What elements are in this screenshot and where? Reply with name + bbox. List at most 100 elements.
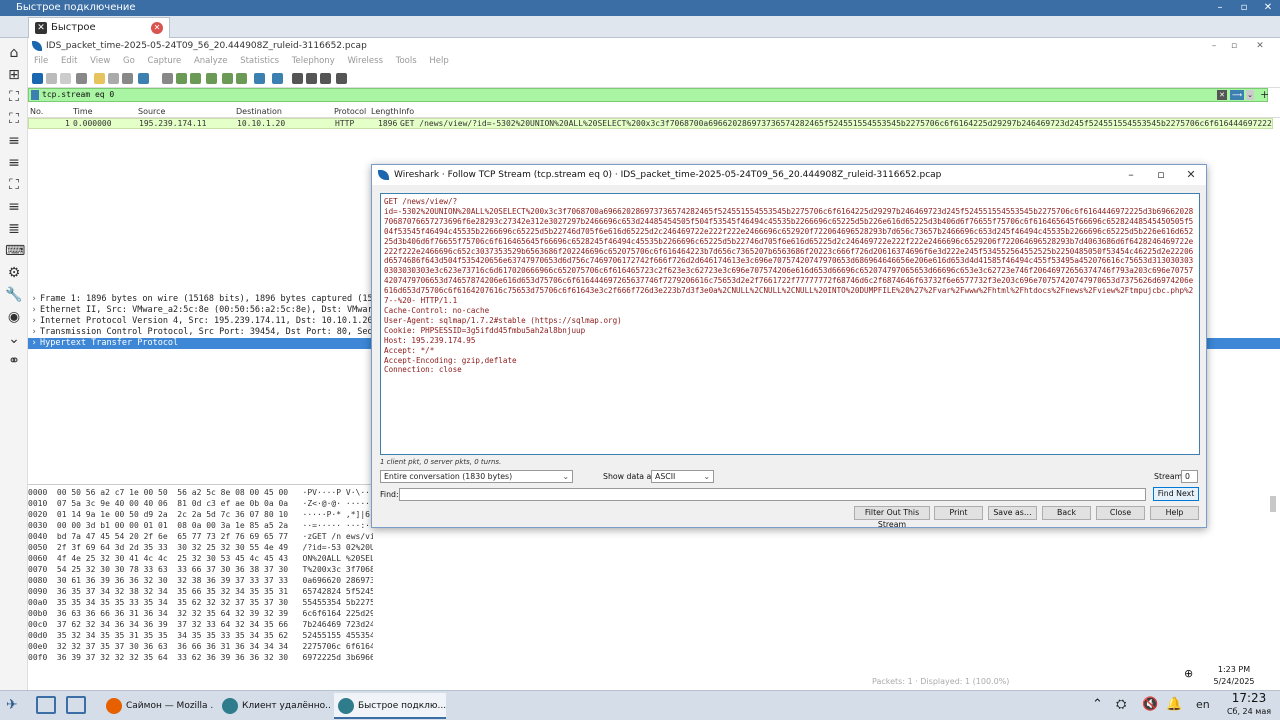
- hex-row[interactable]: 00a0 35 35 34 35 35 33 35 34 35 62 32 32…: [28, 597, 373, 608]
- ws-close-button[interactable]: ✕: [1250, 38, 1270, 54]
- dialog-close-button[interactable]: ✕: [1176, 165, 1206, 185]
- go-forward-icon[interactable]: [190, 73, 201, 84]
- rdp-tab-close-icon[interactable]: ✕: [151, 22, 163, 34]
- menu-analyze[interactable]: Analyze: [194, 56, 228, 66]
- menu-wireless[interactable]: Wireless: [347, 56, 383, 66]
- bytes-scrollbar[interactable]: [1270, 496, 1276, 512]
- col-info[interactable]: Info: [399, 107, 414, 116]
- resize-columns-icon[interactable]: [336, 73, 347, 84]
- hex-row[interactable]: 0000 00 50 56 a2 c7 1e 00 50 56 a2 5c 8e…: [28, 487, 373, 498]
- col-no[interactable]: No.: [30, 107, 43, 116]
- hex-row[interactable]: 0020 01 14 9a 1e 00 50 d9 2a 2c 2a 5d 7c…: [28, 509, 373, 520]
- col-time[interactable]: Time: [73, 107, 93, 116]
- display-filter-bar[interactable]: ✕ ⟶ ⌄: [28, 88, 1268, 102]
- hex-row[interactable]: 0080 30 61 36 39 36 36 32 30 32 38 36 39…: [28, 575, 373, 586]
- stream-spinbox[interactable]: 0: [1181, 470, 1198, 483]
- tray-notifications-icon[interactable]: 🔔: [1166, 697, 1182, 712]
- hex-row[interactable]: 0090 36 35 37 34 32 38 32 34 35 66 35 32…: [28, 586, 373, 597]
- hex-row[interactable]: 0100 32 38 37 30 36 38 37 30 37 36 37 35…: [28, 663, 373, 664]
- capture-options-icon[interactable]: [76, 73, 87, 84]
- send-keys-icon[interactable]: ≣: [5, 220, 23, 238]
- keyboard-layout-indicator[interactable]: en: [1196, 698, 1210, 711]
- last-packet-icon[interactable]: [236, 73, 247, 84]
- open-file-icon[interactable]: [94, 73, 105, 84]
- dialog-minimize-button[interactable]: –: [1116, 165, 1146, 185]
- hex-row[interactable]: 00e0 32 32 37 35 37 30 36 63 36 66 36 31…: [28, 641, 373, 652]
- close-button[interactable]: Close: [1096, 506, 1145, 520]
- hex-row[interactable]: 00b0 36 63 36 66 36 31 36 34 32 32 35 64…: [28, 608, 373, 619]
- filter-out-button[interactable]: Filter Out This Stream: [854, 506, 930, 529]
- hex-row[interactable]: 0010 07 5a 3c 9e 40 00 40 06 81 0d c3 ef…: [28, 498, 373, 509]
- clear-filter-icon[interactable]: ✕: [1217, 90, 1227, 100]
- show-data-select[interactable]: ASCII ⌄: [651, 470, 714, 483]
- home-icon[interactable]: ⌂: [5, 44, 23, 62]
- scale-icon[interactable]: ≡: [5, 198, 23, 216]
- menu-edit[interactable]: Edit: [61, 56, 77, 66]
- desktop-pager-icon[interactable]: [36, 696, 56, 714]
- find-packet-icon[interactable]: [162, 73, 173, 84]
- menu-file[interactable]: File: [34, 56, 48, 66]
- screenshot-icon[interactable]: ◉: [5, 308, 23, 326]
- col-protocol[interactable]: Protocol: [334, 107, 366, 116]
- outer-minimize-button[interactable]: –: [1208, 0, 1232, 16]
- globe-icon[interactable]: ⊕: [1184, 668, 1193, 680]
- expand-arrow-icon[interactable]: ›: [28, 316, 40, 327]
- hex-row[interactable]: 0060 4f 4e 25 32 30 41 4c 4c 25 32 30 53…: [28, 553, 373, 564]
- bookmark-icon[interactable]: [31, 90, 39, 100]
- dialog-maximize-button[interactable]: ▫: [1146, 165, 1176, 185]
- col-destination[interactable]: Destination: [236, 107, 282, 116]
- stop-capture-icon[interactable]: [46, 73, 57, 84]
- tray-up-arrow-icon[interactable]: ⌃: [1092, 697, 1103, 712]
- reload-icon[interactable]: [138, 73, 149, 84]
- first-packet-icon[interactable]: [222, 73, 233, 84]
- stream-content[interactable]: GET /news/view/? id=-5302%20UNION%20ALL%2…: [380, 193, 1200, 455]
- expand-arrow-icon[interactable]: ›: [28, 294, 40, 305]
- expand-arrow-icon[interactable]: ›: [28, 338, 40, 349]
- colorize-icon[interactable]: [272, 73, 283, 84]
- ws-minimize-button[interactable]: –: [1204, 38, 1224, 54]
- col-length[interactable]: Length: [371, 107, 399, 116]
- apply-filter-icon[interactable]: ⟶: [1230, 90, 1244, 100]
- start-capture-icon[interactable]: [32, 73, 43, 84]
- back-button[interactable]: Back: [1042, 506, 1091, 520]
- taskbar-item-quick-connect[interactable]: Быстрое подклю...: [334, 693, 446, 719]
- outer-close-button[interactable]: ✕: [1256, 0, 1280, 16]
- conversation-select[interactable]: Entire conversation (1830 bytes) ⌄: [380, 470, 573, 483]
- rdp-tab[interactable]: ✕ Быстрое подключение ✕: [28, 17, 170, 53]
- menu-help[interactable]: Help: [429, 56, 448, 66]
- new-connection-icon[interactable]: ⊞: [5, 66, 23, 84]
- disconnect-icon[interactable]: ⚭: [5, 352, 23, 370]
- menu-statistics[interactable]: Statistics: [240, 56, 279, 66]
- file-manager-icon[interactable]: [66, 696, 86, 714]
- settings-icon[interactable]: ⚙: [5, 264, 23, 282]
- hex-row[interactable]: 0030 00 00 3d b1 00 00 01 01 08 0a 00 3a…: [28, 520, 373, 531]
- outer-maximize-button[interactable]: ▫: [1232, 0, 1256, 16]
- hex-row[interactable]: 0070 54 25 32 30 30 78 33 63 33 66 37 30…: [28, 564, 373, 575]
- taskbar-item-remote-client[interactable]: Клиент удалённо...: [218, 693, 330, 719]
- find-input[interactable]: [399, 488, 1146, 501]
- save-as-button[interactable]: Save as…: [988, 506, 1037, 520]
- hex-row[interactable]: 0050 2f 3f 69 64 3d 2d 35 33 30 32 25 32…: [28, 542, 373, 553]
- autoscroll-icon[interactable]: [254, 73, 265, 84]
- menu-view[interactable]: View: [90, 56, 110, 66]
- chevron-down-icon[interactable]: ⌄: [5, 330, 23, 348]
- add-filter-button-icon[interactable]: +: [1260, 88, 1269, 102]
- zoom-in-icon[interactable]: [292, 73, 303, 84]
- menu-capture[interactable]: Capture: [147, 56, 181, 66]
- menu-go[interactable]: Go: [123, 56, 135, 66]
- menu-icon[interactable]: ≡: [5, 132, 23, 150]
- print-button[interactable]: Print: [934, 506, 983, 520]
- close-file-icon[interactable]: [122, 73, 133, 84]
- go-to-packet-icon[interactable]: [206, 73, 217, 84]
- zoom-reset-icon[interactable]: [320, 73, 331, 84]
- list-icon[interactable]: ≡: [5, 154, 23, 172]
- zoom-out-icon[interactable]: [306, 73, 317, 84]
- resize-icon[interactable]: ⛶: [5, 176, 23, 194]
- help-button[interactable]: Help: [1150, 506, 1199, 520]
- hex-row[interactable]: 00f0 36 39 37 32 32 32 35 64 33 62 36 39…: [28, 652, 373, 663]
- filter-input[interactable]: tcp.stream eq 0: [42, 89, 114, 101]
- menu-tools[interactable]: Tools: [396, 56, 417, 66]
- fit-screen-icon[interactable]: ⛶: [5, 88, 23, 106]
- taskbar-clock[interactable]: 17:23 Сб, 24 мая: [1218, 691, 1280, 719]
- tools-icon[interactable]: 🔧: [5, 286, 23, 304]
